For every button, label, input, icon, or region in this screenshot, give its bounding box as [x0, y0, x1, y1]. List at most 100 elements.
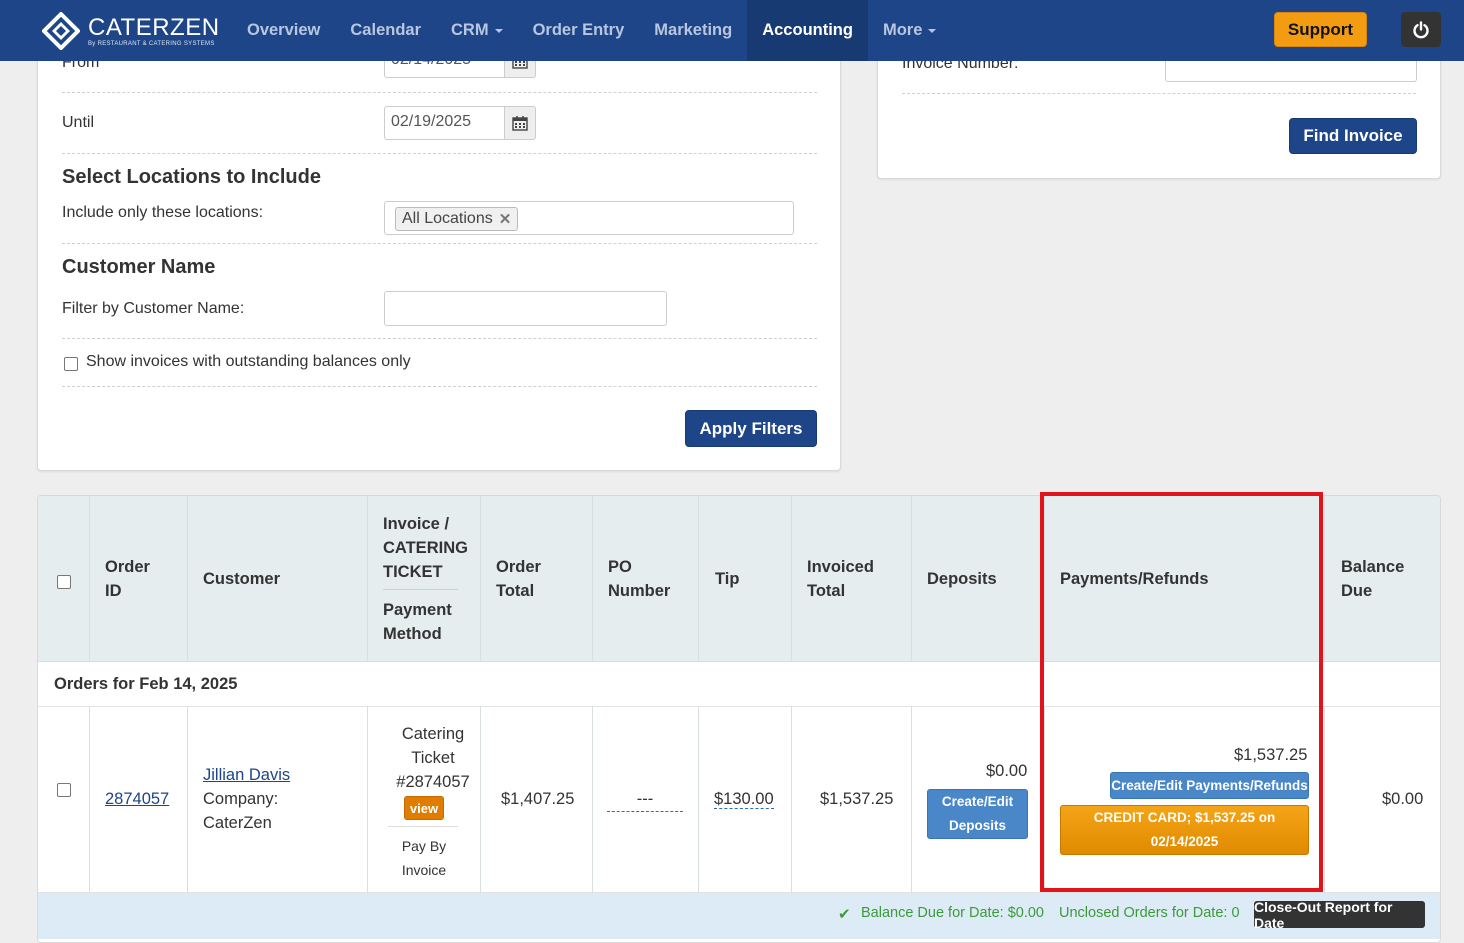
th-tip[interactable]: Tip	[715, 567, 739, 591]
tip-value[interactable]: $130.00	[714, 790, 774, 809]
customer-name-link[interactable]: Jillian Davis	[203, 763, 290, 787]
apply-filters-button[interactable]: Apply Filters	[685, 410, 817, 447]
th-text: Invoiced	[807, 558, 874, 576]
po-number-value[interactable]: ---	[607, 787, 683, 812]
column-divider	[1324, 496, 1325, 662]
nav-order-entry[interactable]: Order Entry	[518, 0, 640, 61]
nav-calendar[interactable]: Calendar	[335, 0, 436, 61]
company-name: CaterZen	[203, 814, 272, 832]
date-group-label: Orders for Feb 14, 2025	[54, 675, 238, 693]
th-order-total[interactable]: Order Total	[496, 555, 541, 603]
customer-name-input[interactable]	[384, 291, 667, 326]
nav-label: More	[882, 21, 923, 39]
chevron-down-icon	[928, 28, 937, 33]
check-icon: ✔	[838, 906, 851, 923]
th-text: TICKET	[383, 563, 443, 581]
power-button[interactable]	[1401, 12, 1441, 47]
column-divider	[698, 496, 699, 662]
date-summary-row: ✔ Balance Due for Date: $0.00 Unclosed O…	[38, 893, 1440, 939]
po-number-editable[interactable]: ---	[607, 787, 683, 812]
locations-multiselect[interactable]: All Locations ✕	[384, 201, 794, 235]
divider	[62, 243, 817, 244]
th-invoiced-total[interactable]: Invoiced Total	[807, 555, 874, 603]
button-text: Create/Edit	[941, 794, 1014, 809]
column-divider	[698, 707, 699, 893]
nav-label: Calendar	[350, 21, 421, 39]
until-label: Until	[62, 114, 95, 131]
chevron-down-icon	[494, 28, 503, 33]
until-date-input[interactable]: 02/19/2025	[384, 106, 504, 140]
cell-divider	[388, 826, 458, 827]
pay-method-text: Invoice	[401, 862, 447, 878]
create-edit-payments-button[interactable]: Create/Edit Payments/Refunds	[1110, 772, 1309, 799]
find-invoice-button[interactable]: Find Invoice	[1289, 118, 1417, 154]
view-ticket-button[interactable]: view	[404, 796, 444, 820]
customer-name-heading: Customer Name	[62, 256, 216, 278]
until-date-picker[interactable]: 02/19/2025	[384, 106, 536, 140]
unclosed-orders-summary: Unclosed Orders for Date: 0	[1059, 905, 1240, 921]
column-divider	[791, 496, 792, 662]
location-tag-label: All Locations	[402, 210, 493, 227]
th-order-id[interactable]: Order ID	[105, 555, 150, 603]
divider	[62, 153, 817, 154]
table-header: Order ID Customer Invoice / CATERING TICK…	[38, 496, 1440, 662]
caterzen-logo[interactable]: CATERZEN By RESTAURANT & CATERING SYSTEM…	[41, 11, 220, 51]
nav-overview[interactable]: Overview	[232, 0, 335, 61]
pay-method-cell: Pay By Invoice	[368, 834, 480, 882]
divider	[62, 386, 817, 387]
nav-marketing[interactable]: Marketing	[639, 0, 747, 61]
power-icon	[1413, 20, 1429, 38]
column-divider	[911, 496, 912, 662]
th-invoice[interactable]: Invoice / CATERING TICKET	[383, 512, 468, 584]
divider	[62, 92, 817, 93]
th-payments-refunds[interactable]: Payments/Refunds	[1060, 567, 1209, 591]
column-divider	[1044, 496, 1045, 662]
column-divider	[187, 496, 188, 662]
select-all-checkbox[interactable]	[57, 575, 71, 589]
calendar-icon[interactable]	[504, 106, 536, 140]
company-label: Company:	[203, 790, 279, 808]
divider	[902, 93, 1416, 94]
nav-more[interactable]: More	[868, 0, 951, 61]
button-text: Deposits	[948, 818, 1006, 833]
column-divider	[791, 707, 792, 893]
th-payment-method[interactable]: Payment Method	[383, 598, 452, 646]
order-id-link[interactable]: 2874057	[105, 787, 169, 811]
balance-due-summary: Balance Due for Date: $0.00	[861, 905, 1044, 921]
th-text: Number	[608, 582, 671, 600]
credit-card-payment-entry[interactable]: CREDIT CARD; $1,537.25 on 02/14/2025	[1060, 805, 1309, 855]
th-text: ID	[105, 582, 122, 600]
create-edit-deposits-button[interactable]: Create/Edit Deposits	[927, 789, 1028, 839]
payments-amount: $1,537.25	[1234, 746, 1308, 764]
payment-entry-text: 02/14/2025	[1150, 834, 1219, 849]
close-icon[interactable]: ✕	[499, 210, 512, 228]
locations-heading: Select Locations to Include	[62, 166, 321, 188]
pay-method-text: Pay By	[401, 838, 447, 854]
support-button[interactable]: Support	[1274, 12, 1367, 47]
th-text: Invoice /	[383, 515, 450, 533]
th-po-number[interactable]: PO Number	[608, 555, 670, 603]
top-navbar: CATERZEN By RESTAURANT & CATERING SYSTEM…	[0, 0, 1464, 61]
main-nav: Overview Calendar CRM Order Entry Market…	[232, 0, 951, 61]
order-total-cell: $1,407.25	[501, 790, 575, 808]
tip-editable[interactable]: $130.00	[714, 787, 774, 811]
th-deposits[interactable]: Deposits	[927, 567, 997, 591]
nav-label: Overview	[247, 21, 321, 39]
column-divider	[1324, 707, 1325, 893]
ticket-cell: Catering Ticket #2874057	[368, 722, 480, 794]
th-balance-due[interactable]: Balance Due	[1341, 555, 1404, 603]
outstanding-label: Show invoices with outstanding balances …	[86, 353, 411, 370]
column-divider	[89, 496, 90, 662]
nav-accounting[interactable]: Accounting	[747, 0, 868, 61]
filter-panel: From 02/14/2025 Until 02/19/2025 Select …	[37, 30, 841, 471]
brand-tagline: By RESTAURANT & CATERING SYSTEMS	[88, 40, 215, 47]
th-text: Method	[383, 625, 442, 643]
nav-label: CRM	[451, 21, 489, 39]
divider	[62, 338, 817, 339]
close-out-report-button[interactable]: Close-Out Report for Date	[1254, 899, 1425, 931]
nav-crm[interactable]: CRM	[436, 0, 518, 61]
th-text: Balance	[1341, 558, 1405, 576]
row-checkbox[interactable]	[57, 783, 71, 797]
th-customer[interactable]: Customer	[203, 567, 280, 591]
outstanding-checkbox[interactable]	[64, 357, 78, 371]
